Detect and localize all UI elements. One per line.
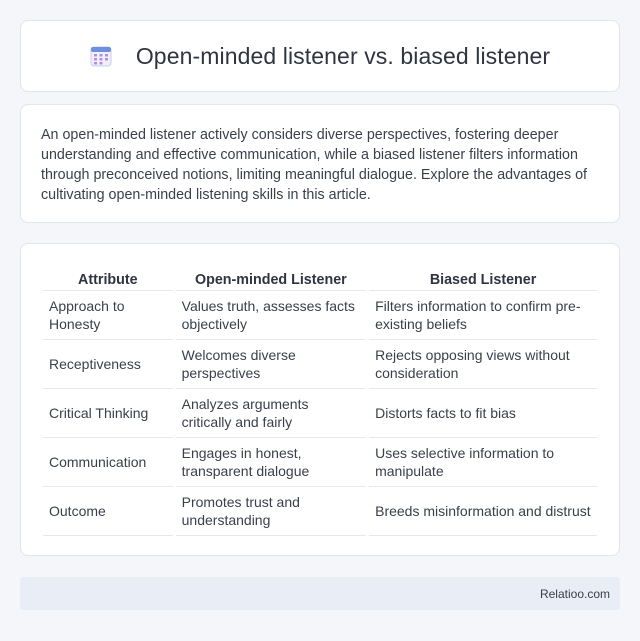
table-cell: Uses selective information to manipulate <box>369 438 597 487</box>
table-cell: Breeds misinformation and distrust <box>369 487 597 536</box>
table-header-row: Attribute Open-minded Listener Biased Li… <box>43 264 597 291</box>
calendar-icon <box>90 46 112 67</box>
table-row: Approach to Honesty Values truth, assess… <box>43 291 597 340</box>
column-header: Open-minded Listener <box>175 264 367 291</box>
intro-card: An open-minded listener actively conside… <box>20 104 620 223</box>
table-cell: Analyzes arguments critically and fairly <box>175 389 367 438</box>
table-cell: Communication <box>43 438 173 487</box>
table-cell: Distorts facts to fit bias <box>369 389 597 438</box>
table-cell: Values truth, assesses facts objectively <box>175 291 367 340</box>
page-title: Open-minded listener vs. biased listener <box>135 42 551 69</box>
footer: Relatioo.com <box>20 577 620 610</box>
table-cell: Promotes trust and understanding <box>175 487 367 536</box>
column-header: Biased Listener <box>369 264 597 291</box>
table-cell: Critical Thinking <box>43 389 173 438</box>
intro-text: An open-minded listener actively conside… <box>41 127 588 203</box>
table-cell: Welcomes diverse perspectives <box>175 340 367 389</box>
table-row: Critical Thinking Analyzes arguments cri… <box>43 389 597 438</box>
table-cell: Engages in honest, transparent dialogue <box>175 438 367 487</box>
table-cell: Rejects opposing views without considera… <box>369 340 597 389</box>
comparison-table: Attribute Open-minded Listener Biased Li… <box>40 264 600 536</box>
table-row: Outcome Promotes trust and understanding… <box>43 487 597 536</box>
table-cell: Approach to Honesty <box>43 291 173 340</box>
footer-brand-link[interactable]: Relatioo.com <box>540 587 610 601</box>
column-header: Attribute <box>43 264 173 291</box>
title-card: Open-minded listener vs. biased listener <box>20 20 620 92</box>
table-cell: Filters information to confirm pre-exist… <box>369 291 597 340</box>
table-row: Communication Engages in honest, transpa… <box>43 438 597 487</box>
table-row: Receptiveness Welcomes diverse perspecti… <box>43 340 597 389</box>
table-cell: Receptiveness <box>43 340 173 389</box>
comparison-card: Attribute Open-minded Listener Biased Li… <box>20 243 620 556</box>
table-cell: Outcome <box>43 487 173 536</box>
